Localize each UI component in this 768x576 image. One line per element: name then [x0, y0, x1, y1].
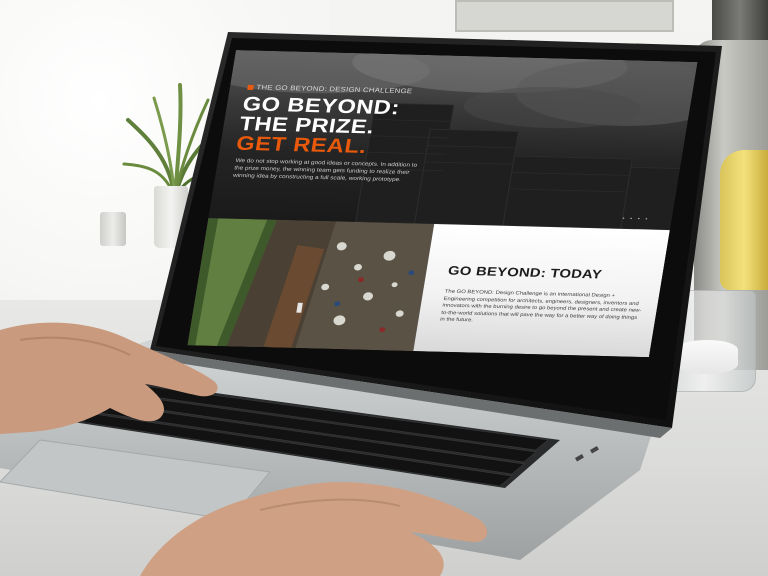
today-section: GO BEYOND: TODAY The GO BEYOND: Design C…	[413, 223, 670, 358]
left-hand	[0, 322, 218, 434]
today-title: GO BEYOND: TODAY	[447, 263, 603, 282]
hero-headline-line3: GET REAL.	[234, 132, 369, 158]
today-body-text: The GO BEYOND: Design Challenge is an in…	[439, 289, 642, 323]
slider-dots[interactable]: • • • •	[622, 217, 650, 223]
website: THE GO BEYOND: DESIGN CHALLENGE GO BEYON…	[187, 50, 698, 358]
hero-section: THE GO BEYOND: DESIGN CHALLENGE GO BEYON…	[208, 50, 698, 231]
orange-square-icon	[247, 84, 254, 90]
right-hand	[140, 481, 488, 576]
